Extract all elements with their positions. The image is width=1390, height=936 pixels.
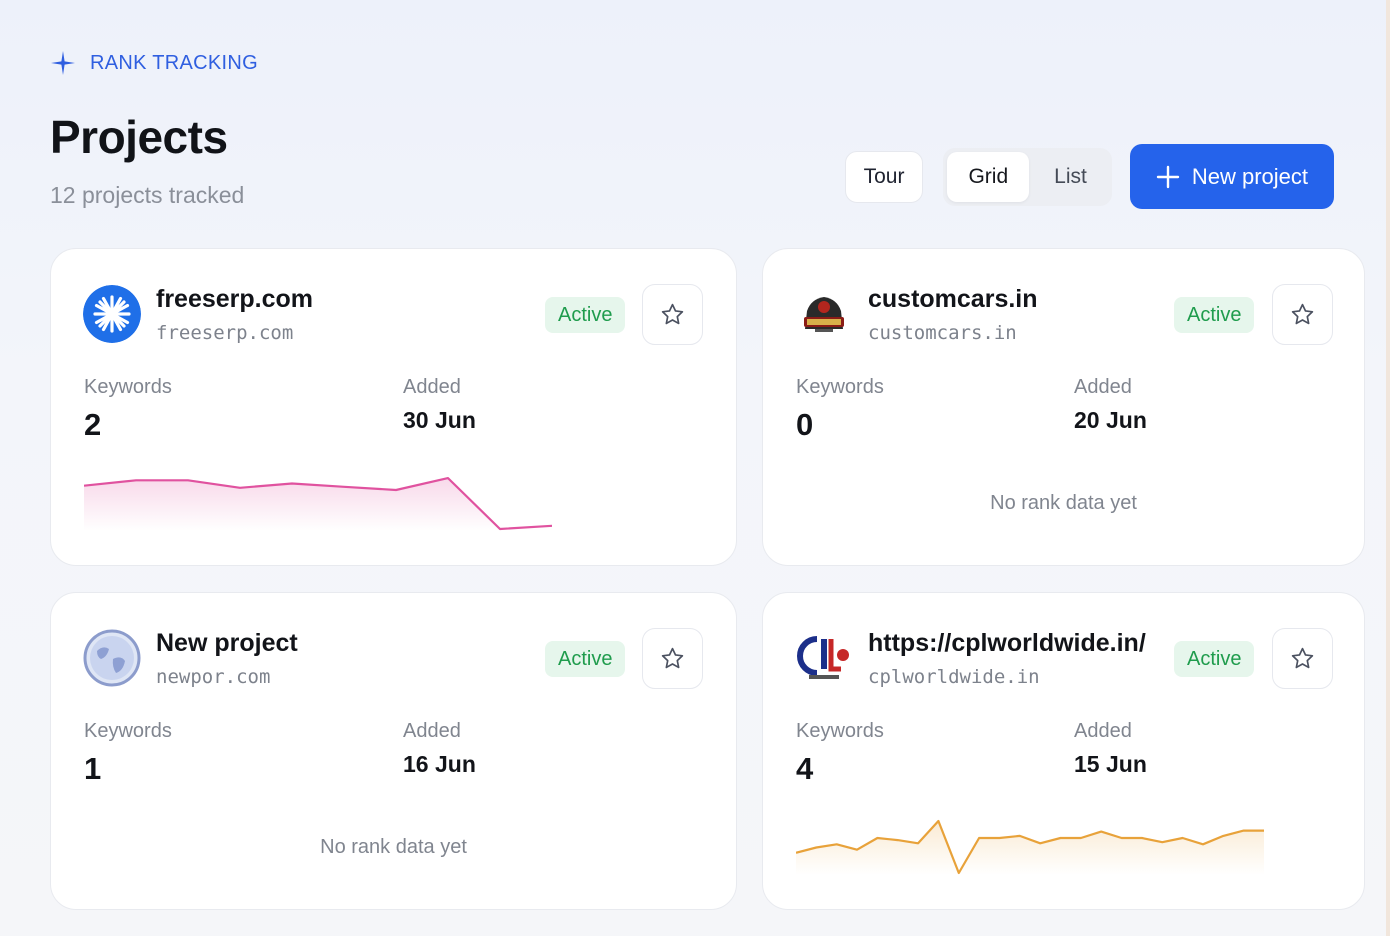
keywords-label: Keywords — [84, 376, 172, 398]
favorite-button[interactable] — [1272, 284, 1333, 345]
project-name[interactable]: https://cplworldwide.in/ — [868, 629, 1146, 658]
new-project-label: New project — [1191, 163, 1308, 189]
globe-icon — [83, 629, 141, 687]
star-icon — [661, 647, 684, 669]
added-date: 15 Jun — [1074, 751, 1147, 777]
freeserp-logo-icon — [83, 285, 141, 343]
project-card[interactable]: https://cplworldwide.in/ cplworldwide.in… — [762, 592, 1365, 910]
keywords-count: 2 — [84, 407, 102, 442]
section-eyebrow: RANK TRACKING — [50, 50, 258, 76]
added-date: 20 Jun — [1074, 407, 1147, 433]
grid-view-button[interactable]: Grid — [947, 151, 1030, 202]
project-name[interactable]: freeserp.com — [156, 285, 313, 314]
status-badge: Active — [545, 297, 626, 333]
status-badge: Active — [1174, 641, 1255, 677]
project-domain: customcars.in — [868, 322, 1017, 344]
favorite-button[interactable] — [642, 284, 703, 345]
status-badge: Active — [545, 641, 626, 677]
window-edge — [1386, 0, 1390, 936]
no-rank-data-message: No rank data yet — [990, 492, 1137, 514]
star-icon — [661, 303, 684, 325]
project-name[interactable]: New project — [156, 629, 298, 658]
project-domain: cplworldwide.in — [868, 666, 1040, 688]
keywords-label: Keywords — [796, 720, 884, 742]
tour-button[interactable]: Tour — [844, 150, 924, 203]
project-card[interactable]: freeserp.com freeserp.com Active Keyword… — [50, 248, 737, 566]
project-domain: freeserp.com — [156, 322, 294, 344]
rank-trend-chart — [84, 477, 552, 531]
view-toggle: Grid List — [943, 147, 1112, 206]
added-label: Added — [403, 720, 461, 742]
customcars-logo-icon — [795, 285, 853, 343]
list-view-button[interactable]: List — [1033, 152, 1108, 202]
trend-area — [796, 821, 1264, 875]
plus-icon — [1156, 165, 1180, 188]
project-name[interactable]: customcars.in — [868, 285, 1038, 314]
page-title: Projects — [50, 111, 228, 163]
page-header: RANK TRACKING Projects 12 projects track… — [50, 50, 258, 209]
no-rank-data-message: No rank data yet — [320, 836, 467, 858]
keywords-count: 4 — [796, 751, 814, 786]
added-label: Added — [403, 376, 461, 398]
project-card[interactable]: customcars.in customcars.in Active Keywo… — [762, 248, 1365, 566]
keywords-count: 1 — [84, 751, 102, 786]
eyebrow-label: RANK TRACKING — [90, 51, 259, 74]
sparkle-icon — [51, 51, 75, 75]
project-domain: newpor.com — [156, 666, 271, 688]
added-date: 16 Jun — [403, 751, 476, 777]
added-date: 30 Jun — [403, 407, 476, 433]
cpl-logo-icon — [795, 629, 853, 687]
keywords-count: 0 — [796, 407, 814, 442]
toolbar: Tour Grid List New project — [844, 144, 1334, 209]
keywords-label: Keywords — [84, 720, 172, 742]
star-icon — [1291, 303, 1314, 325]
favorite-button[interactable] — [1272, 628, 1333, 689]
rank-trend-chart — [796, 819, 1264, 875]
added-label: Added — [1074, 376, 1132, 398]
star-icon — [1291, 647, 1314, 669]
keywords-label: Keywords — [796, 376, 884, 398]
project-card[interactable]: New project newpor.com Active Keywords 1… — [50, 592, 737, 910]
added-label: Added — [1074, 720, 1132, 742]
favorite-button[interactable] — [642, 628, 703, 689]
new-project-button[interactable]: New project — [1129, 144, 1334, 209]
projects-count: 12 projects tracked — [50, 182, 245, 208]
status-badge: Active — [1174, 297, 1255, 333]
